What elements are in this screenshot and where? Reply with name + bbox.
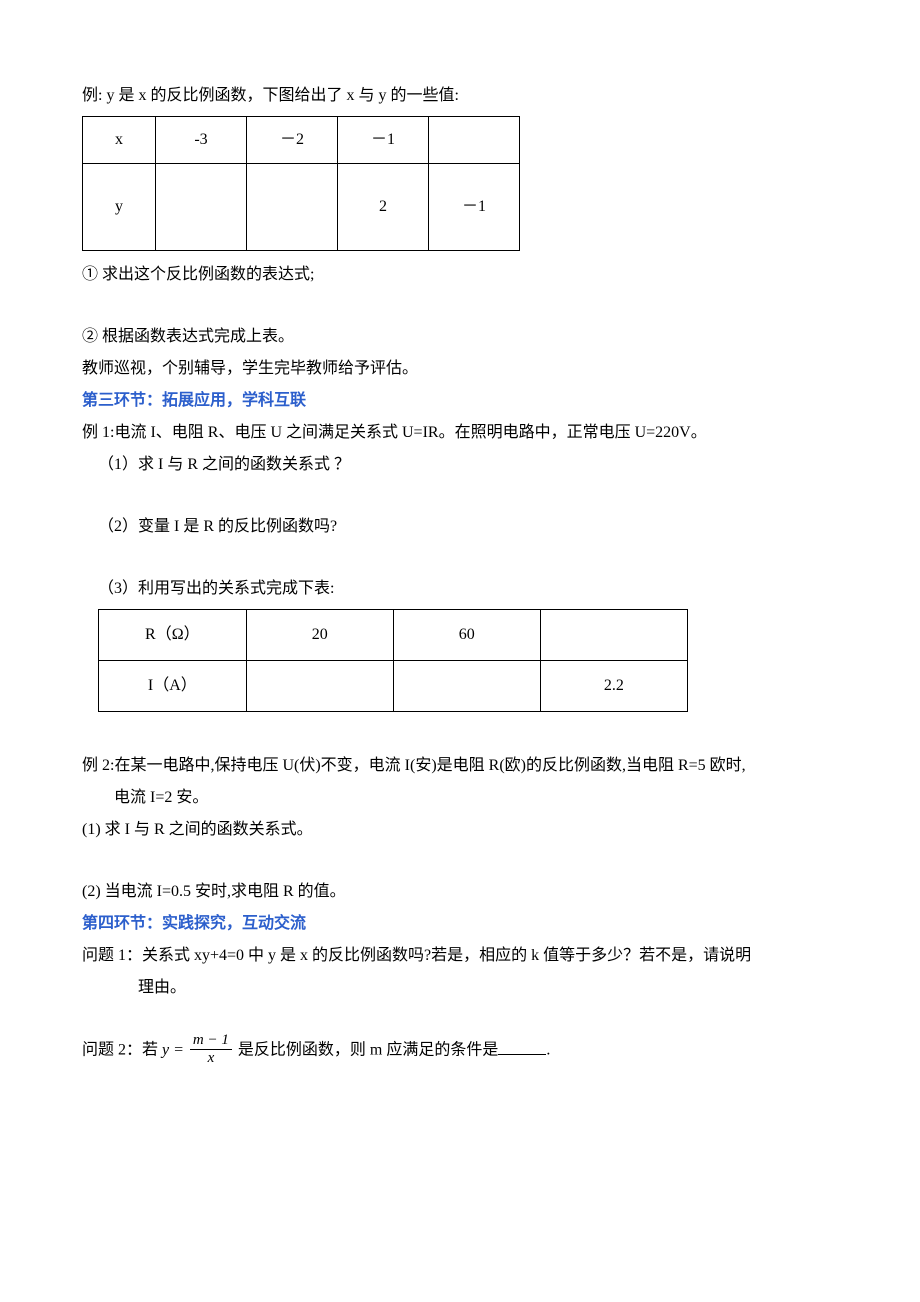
cell-x-label: x bbox=[83, 117, 156, 164]
table-row: y 2 －1 bbox=[83, 164, 520, 251]
example-2-intro: 例 2:在某一电路中,保持电压 U(伏)不变，电流 I(安)是电阻 R(欧)的反… bbox=[82, 750, 838, 782]
cell: 2 bbox=[338, 164, 429, 251]
example-1-q2: （2）变量 I 是 R 的反比例函数吗? bbox=[82, 511, 838, 543]
cell: －1 bbox=[338, 117, 429, 164]
problem-2-mid: 是反比例函数，则 m 应满足的条件是 bbox=[238, 1042, 498, 1059]
problem-1: 问题 1：关系式 xy+4=0 中 y 是 x 的反比例函数吗?若是，相应的 k… bbox=[82, 940, 838, 972]
cell bbox=[247, 164, 338, 251]
problem-2-prefix: 问题 2：若 bbox=[82, 1042, 162, 1059]
section-4-heading: 第四环节：实践探究，互动交流 bbox=[82, 908, 838, 940]
table-row: I（A） 2.2 bbox=[99, 661, 688, 712]
cell: 60 bbox=[393, 610, 540, 661]
section-3-heading: 第三环节：拓展应用，学科互联 bbox=[82, 385, 838, 417]
fraction-numerator: m − 1 bbox=[190, 1032, 232, 1050]
example-intro: 例: y 是 x 的反比例函数，下图给出了 x 与 y 的一些值: bbox=[82, 80, 838, 112]
example-2-q1: (1) 求 I 与 R 之间的函数关系式。 bbox=[82, 814, 838, 846]
table-xy: x -3 －2 －1 y 2 －1 bbox=[82, 116, 520, 251]
cell: －2 bbox=[247, 117, 338, 164]
question-2: ② 根据函数表达式完成上表。 bbox=[82, 321, 838, 353]
cell bbox=[429, 117, 520, 164]
cell bbox=[393, 661, 540, 712]
table-ri: R（Ω） 20 60 I（A） 2.2 bbox=[98, 609, 688, 712]
problem-1-cont: 理由。 bbox=[82, 972, 838, 1004]
cell bbox=[246, 661, 393, 712]
equation-y-equals: y = bbox=[162, 1042, 184, 1059]
example-1-q1: （1）求 I 与 R 之间的函数关系式 ？ bbox=[82, 449, 838, 481]
table-row: x -3 －2 －1 bbox=[83, 117, 520, 164]
example-2-q2: (2) 当电流 I=0.5 安时,求电阻 R 的值。 bbox=[82, 876, 838, 908]
cell: -3 bbox=[156, 117, 247, 164]
cell-y-label: y bbox=[83, 164, 156, 251]
question-1: ① 求出这个反比例函数的表达式; bbox=[82, 259, 838, 291]
problem-2: 问题 2：若 y = m − 1 x 是反比例函数，则 m 应满足的条件是. bbox=[82, 1034, 838, 1068]
table-row: R（Ω） 20 60 bbox=[99, 610, 688, 661]
cell: 2.2 bbox=[540, 661, 687, 712]
example-1-q3: （3）利用写出的关系式完成下表: bbox=[82, 573, 838, 605]
problem-2-suffix: . bbox=[546, 1042, 550, 1059]
fraction: m − 1 x bbox=[190, 1032, 232, 1066]
teacher-note: 教师巡视，个别辅导，学生完毕教师给予评估。 bbox=[82, 353, 838, 385]
cell-r-label: R（Ω） bbox=[99, 610, 247, 661]
cell-i-label: I（A） bbox=[99, 661, 247, 712]
fraction-denominator: x bbox=[190, 1050, 232, 1067]
example-2-intro-cont: 电流 I=2 安。 bbox=[82, 782, 838, 814]
blank-underline bbox=[498, 1038, 546, 1055]
cell bbox=[540, 610, 687, 661]
cell bbox=[156, 164, 247, 251]
cell: 20 bbox=[246, 610, 393, 661]
cell: －1 bbox=[429, 164, 520, 251]
example-1-intro: 例 1:电流 I、电阻 R、电压 U 之间满足关系式 U=IR。在照明电路中，正… bbox=[82, 417, 838, 449]
